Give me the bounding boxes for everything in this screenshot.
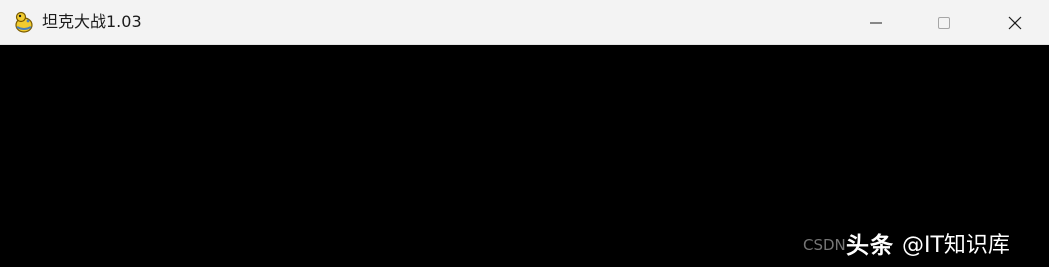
toutiao-watermark: 头条 @IT知识库 [846,228,1010,259]
python-icon [12,10,36,34]
minimize-button[interactable] [841,0,911,45]
maximize-icon [938,16,950,29]
csdn-watermark: CSDN [803,236,846,254]
minimize-icon [870,22,882,23]
author-handle: @IT知识库 [902,233,1010,258]
close-icon [1008,16,1022,29]
close-button[interactable] [980,0,1049,45]
title-bar[interactable]: 坦克大战1.03 [0,0,1049,45]
toutiao-logo: 头条 [846,233,894,259]
game-window: 坦克大战1.03 CSDN 头条 @IT知识库 [0,0,1049,267]
window-title: 坦克大战1.03 [42,12,142,31]
maximize-button[interactable] [909,0,979,45]
